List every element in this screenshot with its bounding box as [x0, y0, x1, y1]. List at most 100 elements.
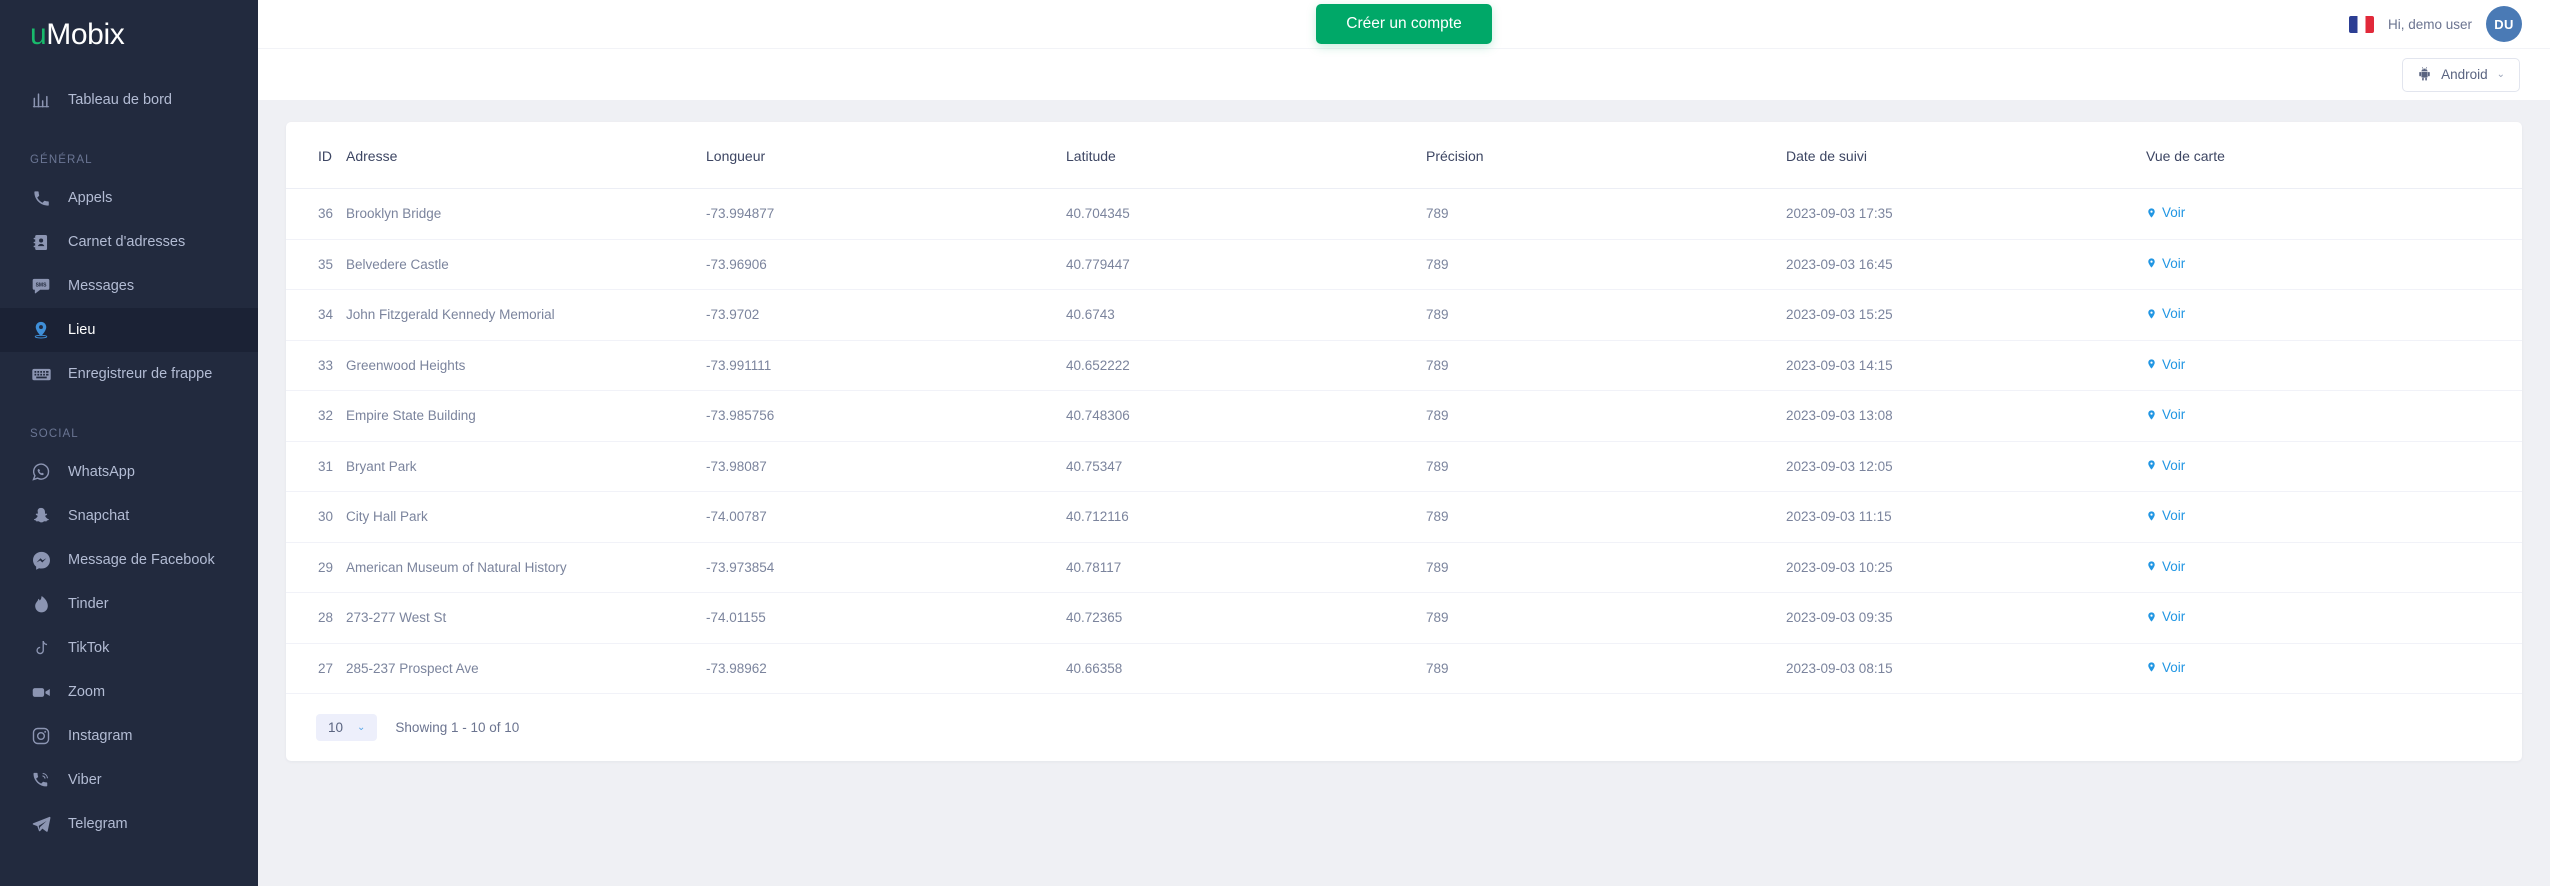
table-row: 30 City Hall Park -74.00787 40.712116 789 202…	[286, 491, 2522, 543]
view-map-link[interactable]: Voir	[2146, 508, 2185, 523]
cell-latitude: 40.72365	[1066, 592, 1426, 644]
brand-logo[interactable]: uMobix	[0, 0, 258, 52]
locations-card: ID Adresse Longueur Latitude Précision D…	[286, 122, 2522, 761]
sidebar-item-label: Telegram	[68, 816, 128, 832]
sidebar-item-snapchat[interactable]: Snapchat	[0, 494, 258, 538]
sidebar-item-enregistreur-de-frappe[interactable]: Enregistreur de frappe	[0, 352, 258, 396]
cell-accuracy: 789	[1426, 390, 1786, 442]
cell-tracked-at: 2023-09-03 17:35	[1786, 188, 2146, 240]
cell-address: Brooklyn Bridge	[346, 188, 706, 240]
cell-map-view: Voir	[2146, 441, 2522, 492]
sidebar-item-appels[interactable]: Appels	[0, 176, 258, 220]
page-size-value: 10	[328, 720, 344, 735]
cell-id: 34	[286, 289, 346, 341]
table-row: 27 285-237 Prospect Ave -73.98962 40.66358 7…	[286, 643, 2522, 694]
view-map-link[interactable]: Voir	[2146, 407, 2185, 422]
cell-longitude: -73.98962	[706, 643, 1066, 694]
sidebar-item-messages[interactable]: SMS Messages	[0, 264, 258, 308]
sidebar-item-dashboard[interactable]: Tableau de bord	[0, 78, 258, 122]
cell-longitude: -73.96906	[706, 239, 1066, 290]
view-map-link[interactable]: Voir	[2146, 660, 2185, 675]
locations-table: ID Adresse Longueur Latitude Précision D…	[286, 122, 2522, 694]
map-pin-icon	[2146, 408, 2157, 422]
table-head: ID Adresse Longueur Latitude Précision D…	[286, 122, 2522, 189]
view-map-link[interactable]: Voir	[2146, 205, 2185, 220]
view-map-label: Voir	[2162, 407, 2186, 422]
column-header-latitude: Latitude	[1066, 122, 1426, 189]
sms-bubble-icon: SMS	[30, 275, 52, 297]
cell-id: 35	[286, 239, 346, 290]
video-camera-icon	[30, 681, 52, 703]
view-map-label: Voir	[2162, 255, 2186, 271]
cell-address: City Hall Park	[346, 491, 706, 543]
sidebar-item-viber[interactable]: Viber	[0, 758, 258, 802]
cell-address: Empire State Building	[346, 390, 706, 442]
cell-longitude: -74.00787	[706, 491, 1066, 543]
tinder-flame-icon	[30, 593, 52, 615]
view-map-link[interactable]: Voir	[2146, 609, 2185, 624]
instagram-icon	[30, 725, 52, 747]
view-map-link[interactable]: Voir	[2146, 559, 2185, 574]
cell-map-view: Voir	[2146, 592, 2522, 644]
view-map-label: Voir	[2162, 306, 2186, 321]
cell-address: Greenwood Heights	[346, 340, 706, 391]
sidebar-item-label: Viber	[68, 772, 102, 788]
cell-latitude: 40.78117	[1066, 542, 1426, 593]
cell-map-view: Voir	[2146, 188, 2522, 240]
sidebar-item-label: Zoom	[68, 684, 106, 700]
sidebar-item-carnet-adresses[interactable]: Carnet d'adresses	[0, 220, 258, 264]
cell-tracked-at: 2023-09-03 15:25	[1786, 289, 2146, 341]
sidebar-item-message-de-facebook[interactable]: Message de Facebook	[0, 538, 258, 582]
cell-longitude: -73.985756	[706, 390, 1066, 442]
page-size-selector[interactable]: 10 ⌄	[316, 714, 378, 741]
view-map-link[interactable]: Voir	[2146, 458, 2185, 473]
cell-tracked-at: 2023-09-03 16:45	[1786, 239, 2146, 290]
cell-address: John Fitzgerald Kennedy Memorial	[346, 289, 706, 341]
cell-id: 31	[286, 441, 346, 492]
sidebar-item-whatsapp[interactable]: WhatsApp	[0, 450, 258, 494]
map-pin-icon	[2146, 357, 2157, 371]
view-map-label: Voir	[2162, 205, 2186, 220]
avatar[interactable]: DU	[2486, 6, 2522, 42]
sidebar-section-title: GÉNÉRAL	[30, 154, 93, 166]
cell-accuracy: 789	[1426, 188, 1786, 240]
table-body: 36 Brooklyn Bridge -73.994877 40.704345 789 2…	[286, 188, 2522, 694]
sidebar-item-zoom[interactable]: Zoom	[0, 670, 258, 714]
cell-id: 28	[286, 592, 346, 644]
svg-text:SMS: SMS	[36, 282, 48, 288]
sidebar-item-tinder[interactable]: Tinder	[0, 582, 258, 626]
device-selector[interactable]: Android ⌄	[2402, 57, 2520, 92]
view-map-link[interactable]: Voir	[2146, 357, 2185, 372]
device-selector-label: Android	[2441, 67, 2488, 82]
cell-tracked-at: 2023-09-03 09:35	[1786, 592, 2146, 644]
sidebar-item-label: Messages	[68, 278, 135, 294]
brand-logo-prefix: u	[30, 18, 47, 51]
android-icon	[2417, 66, 2432, 84]
sidebar-item-telegram[interactable]: Telegram	[0, 802, 258, 846]
france-flag-icon[interactable]	[2348, 15, 2374, 33]
cell-latitude: 40.712116	[1066, 491, 1426, 543]
snapchat-ghost-icon	[30, 505, 52, 527]
map-pin-icon	[30, 319, 52, 341]
sidebar-item-label: Carnet d'adresses	[68, 234, 186, 250]
map-pin-icon	[2146, 206, 2157, 220]
cell-accuracy: 789	[1426, 441, 1786, 492]
sidebar-item-tiktok[interactable]: TikTok	[0, 626, 258, 670]
sidebar-item-instagram[interactable]: Instagram	[0, 714, 258, 758]
create-account-button[interactable]: Créer un compte	[1316, 4, 1492, 44]
sidebar-section-social: SOCIAL WhatsApp Snapchat Message de Face…	[0, 406, 258, 846]
view-map-link[interactable]: Voir	[2146, 256, 2185, 271]
cell-tracked-at: 2023-09-03 11:15	[1786, 491, 2146, 543]
view-map-link[interactable]: Voir	[2146, 306, 2185, 321]
cell-address: 285-237 Prospect Ave	[346, 643, 706, 694]
map-pin-icon	[2146, 509, 2157, 523]
sidebar-item-label: Enregistreur de frappe	[68, 366, 213, 382]
cell-map-view: Voir	[2146, 390, 2522, 442]
cell-id: 32	[286, 390, 346, 442]
sidebar-item-lieu[interactable]: Lieu	[0, 308, 258, 352]
table-row: 28 273-277 West St -74.01155 40.72365 789 202…	[286, 592, 2522, 644]
sidebar-item-label: Snapchat	[68, 508, 130, 524]
sidebar-item-label: Lieu	[68, 322, 96, 338]
cell-accuracy: 789	[1426, 542, 1786, 593]
cell-longitude: -73.991111	[706, 340, 1066, 391]
